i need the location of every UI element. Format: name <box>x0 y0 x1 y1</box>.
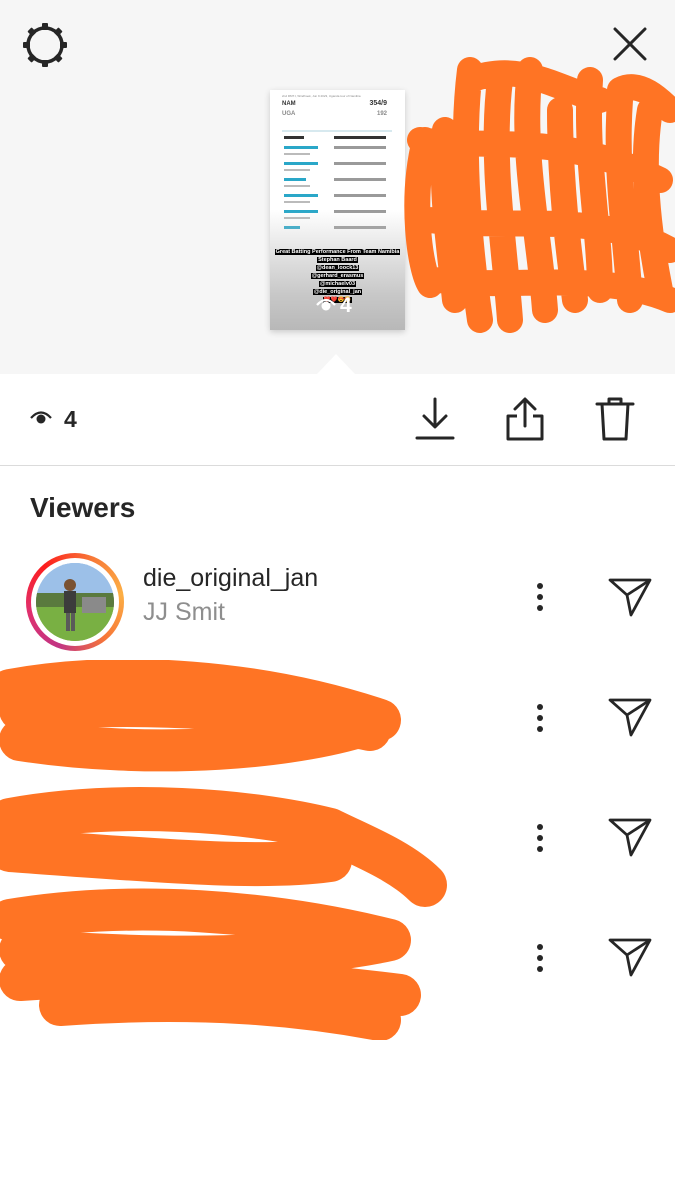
scorecard-team-1: NAM <box>282 101 296 107</box>
scorecard-divider <box>282 130 392 132</box>
send-message-button[interactable] <box>604 816 656 862</box>
viewers-heading: Viewers <box>30 492 136 523</box>
settings-button[interactable] <box>20 22 70 72</box>
trash-icon <box>593 395 637 448</box>
caption-line: Great Batting Performance From Team Nami… <box>274 249 401 255</box>
thumbnail-view-count: 4 <box>316 294 352 318</box>
caption-line: Stephan Baard <box>317 257 358 263</box>
delete-button[interactable] <box>590 396 640 446</box>
scorecard-row <box>284 136 389 139</box>
scorecard-team-2: UGA <box>282 111 296 117</box>
download-button[interactable] <box>410 396 460 446</box>
send-icon <box>607 696 653 743</box>
story-preview-area: 2nd RMT.I, Windhoek, Jun 9 2023, Uganda … <box>0 0 675 374</box>
caption-line: @gerhard_erasmus <box>310 273 365 279</box>
share-button[interactable] <box>500 396 550 446</box>
viewer-row[interactable] <box>0 910 675 1010</box>
story-thumbnail[interactable]: 2nd RMT.I, Windhoek, Jun 9 2023, Uganda … <box>270 90 405 330</box>
send-icon <box>607 816 653 863</box>
scorecard-score-1: 354/9 <box>369 100 387 107</box>
caption-line: @dean_loock13 <box>315 265 360 271</box>
views-counter[interactable]: 4 <box>30 406 77 433</box>
more-vertical-icon <box>536 582 544 617</box>
viewer-row[interactable] <box>0 670 675 770</box>
more-options-button[interactable] <box>526 700 554 740</box>
viewer-row[interactable] <box>0 790 675 890</box>
eye-icon <box>316 294 336 318</box>
more-options-button[interactable] <box>526 940 554 980</box>
story-toolbar: 4 <box>0 374 675 466</box>
view-count: 4 <box>64 406 77 432</box>
more-options-button[interactable] <box>526 820 554 860</box>
more-options-button[interactable] <box>526 579 554 619</box>
scorecard-row <box>284 178 389 181</box>
send-icon <box>607 936 653 983</box>
avatar-photo <box>36 563 114 641</box>
more-vertical-icon <box>536 823 544 858</box>
send-message-button[interactable] <box>604 936 656 982</box>
share-icon <box>503 396 547 447</box>
eye-icon <box>30 408 52 431</box>
send-message-button[interactable] <box>604 696 656 742</box>
scorecard-subrow <box>284 153 310 155</box>
scorecard-subrow <box>284 185 310 187</box>
close-button[interactable] <box>606 22 654 70</box>
more-vertical-icon <box>536 943 544 978</box>
selected-story-pointer <box>317 354 355 374</box>
scorecard-row <box>284 162 389 165</box>
download-icon <box>413 396 457 447</box>
scorecard-score-2: 192 <box>376 111 387 117</box>
scorecard-row <box>284 194 389 197</box>
send-icon <box>607 576 653 623</box>
scorecard-header: 2nd RMT.I, Windhoek, Jun 9 2023, Uganda … <box>282 94 361 98</box>
avatar[interactable] <box>26 553 124 651</box>
close-icon <box>610 24 650 69</box>
scorecard-subrow <box>284 201 310 203</box>
more-vertical-icon <box>536 703 544 738</box>
caption-line: @michaelv03 <box>318 281 357 287</box>
viewer-username[interactable]: die_original_jan <box>143 564 318 593</box>
scorecard-subrow <box>284 169 310 171</box>
send-message-button[interactable] <box>604 576 656 622</box>
viewer-row[interactable]: die_original_jan JJ Smit <box>0 548 675 651</box>
scorecard-row <box>284 146 389 149</box>
gear-icon <box>22 22 68 73</box>
viewer-full-name: JJ Smit <box>143 598 225 626</box>
thumbnail-view-count-value: 4 <box>340 294 352 317</box>
